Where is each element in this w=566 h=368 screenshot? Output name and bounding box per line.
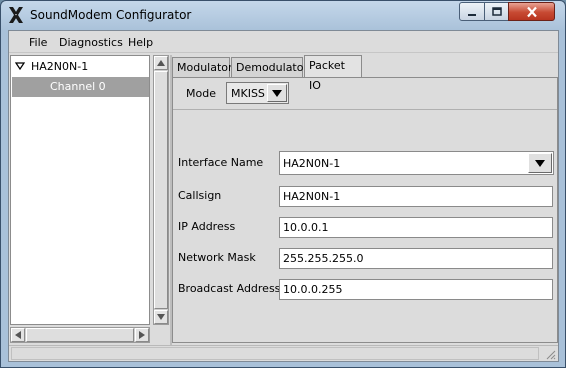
horizontal-scroll-thumb[interactable] [26,328,134,342]
broadcast-address-field[interactable]: 10.0.0.255 [279,279,553,300]
dropdown-arrow-icon [535,160,545,167]
callsign-label: Callsign [178,189,222,202]
interface-name-combo[interactable]: HA2N0N-1 [279,151,554,175]
tab-modulator[interactable]: Modulator [172,57,233,78]
close-button[interactable] [508,2,555,21]
scroll-down-button[interactable] [154,310,168,324]
status-bar [9,345,558,361]
tree-horizontal-scrollbar[interactable] [10,327,150,343]
interface-name-dropdown-button[interactable] [528,153,552,173]
resize-grip-icon[interactable] [544,348,556,360]
ip-address-field[interactable]: 10.0.0.1 [279,217,553,238]
app-window: SoundModem Configurator File Diagnostics… [0,0,566,368]
tree-vertical-scrollbar[interactable] [153,55,169,325]
scroll-left-button[interactable] [11,328,25,342]
tree-root-label: HA2N0N-1 [31,60,89,73]
mode-dropdown-button[interactable] [267,84,287,102]
ip-address-label: IP Address [178,220,236,233]
tree-item-root[interactable]: HA2N0N-1 [11,58,149,75]
mode-value: MKISS [231,87,265,100]
broadcast-address-label: Broadcast Address [178,282,281,295]
scroll-thumb[interactable] [154,71,168,309]
title-bar[interactable]: SoundModem Configurator [1,1,565,29]
status-cell [11,347,539,360]
mode-select[interactable]: MKISS [226,82,289,104]
interface-name-value: HA2N0N-1 [283,157,341,170]
tree-child-label: Channel 0 [50,80,106,93]
x-logo-icon [9,7,23,23]
menu-file[interactable]: File [29,36,47,49]
maximize-button[interactable] [484,2,509,21]
mode-label: Mode [186,87,216,100]
packet-io-panel: Mode MKISS Interface Name HA2N0N-1 Calls… [172,77,558,343]
callsign-field[interactable]: HA2N0N-1 [279,186,553,207]
dropdown-arrow-icon [272,90,282,97]
channel-tree[interactable]: HA2N0N-1 Channel 0 [10,55,150,325]
menu-bar: File Diagnostics Help [9,31,558,53]
arrow-up-icon [157,60,165,66]
expand-arrow-icon[interactable] [15,61,25,71]
main-area: File Diagnostics Help HA2N0N-1 Channel 0 [8,30,559,362]
maximize-icon [491,6,502,16]
close-icon [526,6,537,17]
minimize-icon [468,13,476,16]
tab-demodulator[interactable]: Demodulator [231,57,308,78]
network-mask-field[interactable]: 255.255.255.0 [279,248,553,269]
arrow-left-icon [15,331,21,339]
minimize-button[interactable] [459,2,485,21]
menu-help[interactable]: Help [128,36,153,49]
arrow-down-icon [157,314,165,320]
window-title: SoundModem Configurator [30,8,192,22]
scroll-right-button[interactable] [135,328,149,342]
tree-item-channel[interactable]: Channel 0 [12,77,149,97]
network-mask-label: Network Mask [178,251,256,264]
scroll-up-button[interactable] [154,56,168,70]
interface-name-label: Interface Name [178,156,264,169]
tab-packet-io[interactable]: Packet IO [304,55,362,92]
menu-diagnostics[interactable]: Diagnostics [59,36,123,49]
mode-separator [173,109,557,110]
arrow-right-icon [139,331,145,339]
